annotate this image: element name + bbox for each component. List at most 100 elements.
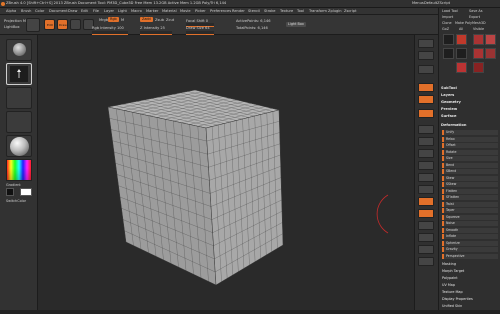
tool-thumbnail-4[interactable] <box>443 48 454 59</box>
move-button[interactable] <box>70 19 81 30</box>
subtool-section[interactable]: SubTool <box>441 86 499 90</box>
texture-icon[interactable] <box>6 111 32 133</box>
menu-light[interactable]: Light <box>118 9 127 13</box>
menu-color[interactable]: Color <box>35 9 44 13</box>
rotate-view-icon[interactable] <box>418 221 434 230</box>
cube-front-face[interactable] <box>205 109 284 286</box>
bpr-icon[interactable] <box>418 39 434 48</box>
menu-marker[interactable]: Marker <box>146 9 158 13</box>
draw-size-slider[interactable]: Draw Size 64 <box>186 26 210 30</box>
menu-edit[interactable]: Edit <box>81 9 88 13</box>
masking-section[interactable]: Masking <box>442 262 498 266</box>
edit-button[interactable]: Edit <box>44 19 55 30</box>
export-button[interactable]: Export <box>469 15 480 19</box>
move-view-icon[interactable] <box>418 197 434 206</box>
deformation-sflatten-slider[interactable]: SFlatten <box>442 195 498 200</box>
spix-icon[interactable] <box>418 51 434 60</box>
polyf-icon[interactable] <box>418 233 434 242</box>
import-button[interactable]: Import <box>442 15 453 19</box>
surface-section[interactable]: Surface <box>441 114 499 118</box>
menu-draw[interactable]: Draw <box>68 9 77 13</box>
menu-alpha[interactable]: Alpha <box>6 9 16 13</box>
preview-section[interactable]: Preview <box>441 107 499 111</box>
deformation-spherize-slider[interactable]: Spherize <box>442 240 498 246</box>
tool-thumbnail-2[interactable] <box>473 34 484 45</box>
material-icon[interactable] <box>6 135 32 157</box>
persp-icon[interactable] <box>418 125 434 134</box>
deformation-offset-slider[interactable]: Offset <box>442 143 498 148</box>
brush-icon[interactable] <box>6 39 32 61</box>
zcut-toggle[interactable]: Zcut <box>166 18 174 22</box>
tool-thumbnail-7[interactable] <box>485 48 496 59</box>
deformation-taper-slider[interactable]: Taper <box>442 208 498 213</box>
tool-thumbnail-5[interactable] <box>456 48 467 59</box>
menu-brush[interactable]: Brush <box>21 9 31 13</box>
menu-picker[interactable]: Picker <box>195 9 206 13</box>
menu-preferences[interactable]: Preferences <box>210 9 231 13</box>
document-canvas[interactable] <box>38 35 414 310</box>
layers-section[interactable]: Layers <box>441 93 499 97</box>
gradient-label[interactable]: Gradient <box>6 183 21 187</box>
floor-icon[interactable] <box>418 137 434 146</box>
menu-stencil[interactable]: Stencil <box>248 9 260 13</box>
morph-target-section[interactable]: Morph Target <box>442 269 498 273</box>
scroll-icon[interactable] <box>418 65 434 74</box>
menu-macro[interactable]: Macro <box>131 9 142 13</box>
secondary-color-swatch[interactable] <box>6 188 14 196</box>
unified-skin-section[interactable]: Unified Skin <box>442 304 498 308</box>
transp-icon[interactable] <box>418 245 434 254</box>
deformation-smooth-slider[interactable]: Smooth <box>442 227 498 233</box>
display-properties-section[interactable]: Display Properties <box>442 297 498 301</box>
menu-transform[interactable]: Transform <box>309 9 327 13</box>
menu-render[interactable]: Render <box>232 9 245 13</box>
save-as-button[interactable]: Save As <box>469 9 483 13</box>
clone-button[interactable]: Clone <box>442 21 452 25</box>
deformation-skew-slider[interactable]: Skew <box>442 175 498 181</box>
tool-thumbnail[interactable] <box>443 34 454 45</box>
frame-icon[interactable] <box>418 185 434 194</box>
m-toggle[interactable]: M <box>121 18 124 22</box>
menu-zplugin[interactable]: Zplugin <box>328 9 342 13</box>
deformation-noise-slider[interactable]: Noise <box>442 221 498 226</box>
scale-view-icon[interactable] <box>418 209 434 218</box>
actual-icon[interactable] <box>418 95 434 104</box>
rgb-toggle[interactable]: Rgb <box>108 17 119 22</box>
menu-zscript[interactable]: Zscript <box>344 9 356 13</box>
deformation-size-slider[interactable]: Size <box>442 156 498 161</box>
menu-file[interactable]: File <box>93 9 99 13</box>
tool-thumbnail-active[interactable] <box>456 34 467 45</box>
stroke-icon[interactable] <box>6 63 32 85</box>
mrgb-toggle[interactable]: Mrgb <box>99 18 108 22</box>
deformation-sbend-slider[interactable]: SBend <box>442 169 498 174</box>
deformation-bend-slider[interactable]: Bend <box>442 162 498 168</box>
menu-tool[interactable]: Tool <box>297 9 304 13</box>
deformation-perspective-slider[interactable]: Perspective <box>442 253 498 259</box>
rgb-intensity-slider[interactable]: Rgb Intensity 100 <box>92 26 124 30</box>
visible-button[interactable]: Visible <box>473 27 484 31</box>
xyz-icon[interactable] <box>418 173 434 182</box>
menus-toggle[interactable]: Menus <box>412 1 424 5</box>
default-zscript[interactable]: DefaultZScript <box>424 1 450 5</box>
quick-sketch-button[interactable] <box>26 18 40 32</box>
menu-material[interactable]: Material <box>162 9 177 13</box>
deformation-rotate-slider[interactable]: Rotate <box>442 149 498 155</box>
deformation-squeeze-slider[interactable]: Squeeze <box>442 214 498 220</box>
all-button[interactable]: All <box>459 27 463 31</box>
geometry-section[interactable]: Geometry <box>441 100 499 104</box>
texture-map-section[interactable]: Texture Map <box>442 290 498 294</box>
deformation-inflate-slider[interactable]: Inflate <box>442 234 498 239</box>
cube-left-face[interactable] <box>107 106 217 286</box>
deformation-gravity-slider[interactable]: Gravity <box>442 247 498 252</box>
uv-map-section[interactable]: UV Map <box>442 283 498 287</box>
tool-thumbnail-6[interactable] <box>473 48 484 59</box>
local-icon[interactable] <box>418 149 434 158</box>
tool-thumbnail-3[interactable] <box>485 34 496 45</box>
lsym-icon[interactable] <box>418 161 434 170</box>
goz-button[interactable]: GoZ <box>442 27 449 31</box>
z-intensity-slider[interactable]: Z Intensity 25 <box>140 26 165 30</box>
menu-layer[interactable]: Layer <box>104 9 114 13</box>
main-color-swatch[interactable] <box>20 188 32 196</box>
switch-color-label[interactable]: SwitchColor <box>6 199 26 203</box>
light-box-button[interactable]: Light Box <box>286 22 306 27</box>
solo-icon[interactable] <box>418 257 434 266</box>
